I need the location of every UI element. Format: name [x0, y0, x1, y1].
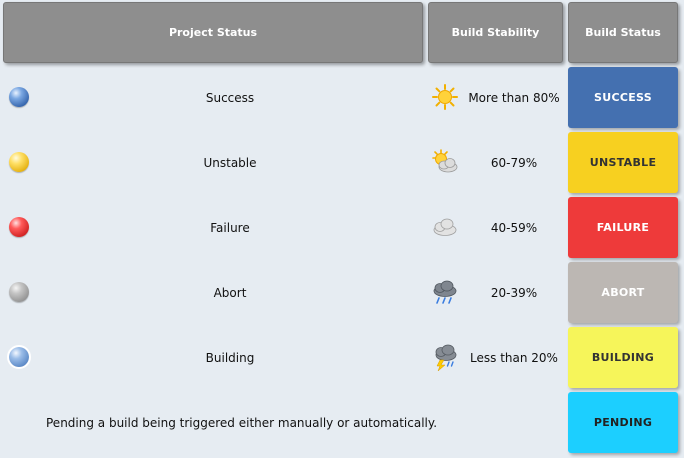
unstable-badge: UNSTABLE: [568, 132, 678, 193]
build-stability-header-label: Build Stability: [451, 26, 540, 39]
failure-badge-label: FAILURE: [596, 221, 650, 234]
blue-ball-icon: [9, 87, 29, 107]
project-status-label: Failure: [210, 220, 250, 235]
building-badge-label: BUILDING: [591, 351, 655, 364]
failure-badge: FAILURE: [568, 197, 678, 258]
status-row-abort: Abort 20-39% ABORT: [0, 260, 684, 325]
build-stability-label: Less than 20%: [470, 350, 558, 365]
build-status-header: Build Status: [568, 2, 678, 63]
cloudy-icon: [433, 218, 457, 236]
build-status-header-label: Build Status: [585, 26, 661, 39]
abort-badge: ABORT: [568, 262, 678, 323]
thunderstorm-icon: [435, 344, 457, 371]
building-badge: BUILDING: [568, 327, 678, 388]
project-status-header-label: Project Status: [168, 26, 258, 39]
build-stability-label: 40-59%: [490, 220, 538, 235]
build-stability-header: Build Stability: [428, 2, 563, 63]
build-stability-label: 60-79%: [490, 155, 538, 170]
partly-cloudy-icon: [432, 149, 458, 173]
build-stability-label: 20-39%: [490, 285, 538, 300]
status-row-failure: Failure 40-59% FAILURE: [0, 195, 684, 260]
abort-badge-label: ABORT: [601, 286, 645, 299]
unstable-badge-label: UNSTABLE: [589, 156, 657, 169]
gray-ball-icon: [9, 282, 29, 302]
project-status-label: Abort: [213, 285, 247, 300]
success-badge-label: SUCCESS: [594, 91, 652, 104]
project-status-label: Building: [205, 350, 255, 365]
status-row-unstable: Unstable 60-79% UNSTABLE: [0, 130, 684, 195]
pending-description: Pending a build being triggered either m…: [46, 415, 438, 430]
build-stability-label: More than 80%: [468, 90, 560, 105]
blue-anime-ball-icon: [7, 345, 31, 369]
status-row-success: Success More than 80% SUCCESS: [0, 65, 684, 130]
rain-icon: [433, 280, 457, 304]
project-status-label: Success: [205, 90, 255, 105]
pending-badge-label: PENDING: [593, 416, 653, 429]
red-ball-icon: [9, 217, 29, 237]
status-row-pending: Pending a build being triggered either m…: [0, 390, 684, 455]
pending-badge: PENDING: [568, 392, 678, 453]
success-badge: SUCCESS: [568, 67, 678, 128]
project-status-header: Project Status: [3, 2, 423, 63]
yellow-ball-icon: [9, 152, 29, 172]
sunny-icon: [432, 84, 458, 110]
project-status-label: Unstable: [203, 155, 257, 170]
status-row-building: Building Less than 20% BUILDING: [0, 325, 684, 390]
